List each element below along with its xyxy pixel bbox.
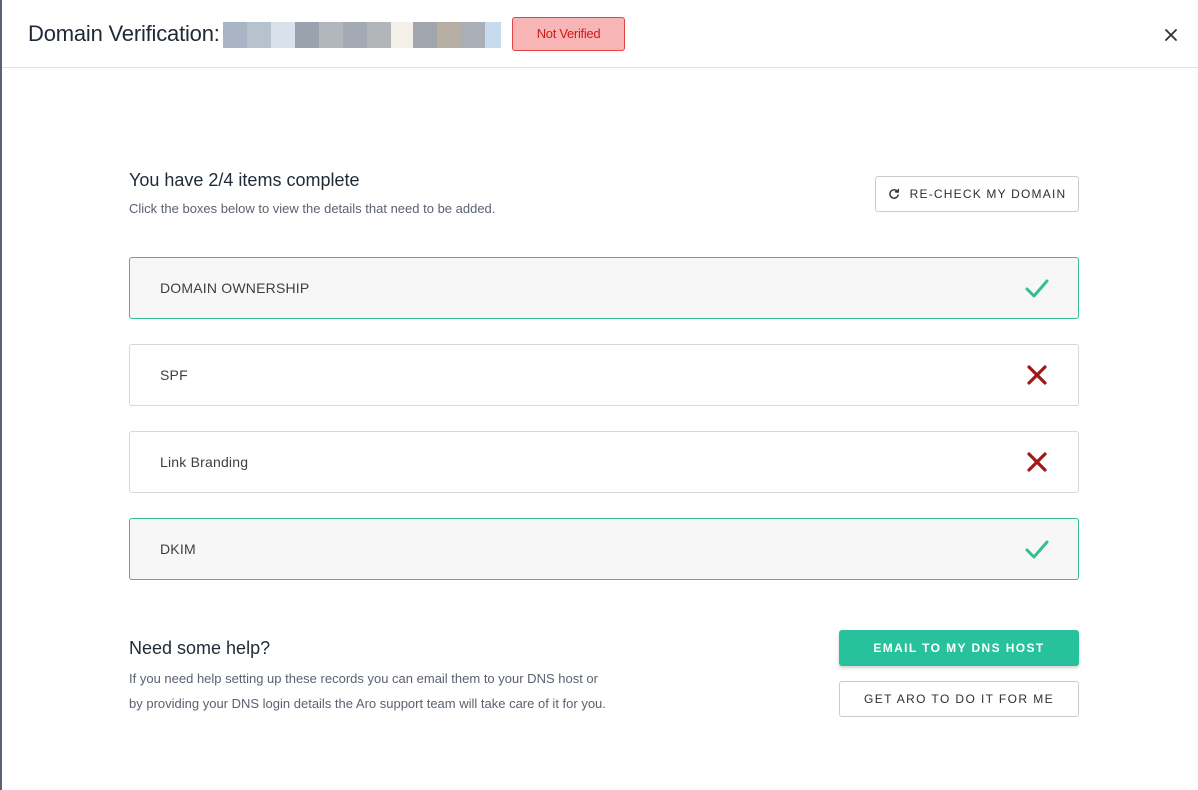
help-text: If you need help setting up these record… xyxy=(129,671,606,711)
progress-subtitle: Click the boxes below to view the detail… xyxy=(129,201,496,216)
item-dkim[interactable]: DKIM xyxy=(129,518,1079,580)
help-title: Need some help? xyxy=(129,638,271,658)
email-dns-host-button[interactable]: EMAIL TO MY DNS HOST xyxy=(839,630,1079,666)
domain-verification-dialog: Domain Verification: Not Verified You ha… xyxy=(0,0,1198,790)
cross-icon xyxy=(1027,452,1047,472)
item-label: DOMAIN OWNERSHIP xyxy=(160,280,310,296)
dialog-title: Domain Verification: xyxy=(28,21,220,46)
item-link-branding[interactable]: Link Branding xyxy=(129,431,1079,493)
item-label: DKIM xyxy=(160,541,196,557)
item-domain-ownership[interactable]: DOMAIN OWNERSHIP xyxy=(129,257,1079,319)
status-badge: Not Verified xyxy=(512,17,625,51)
check-icon xyxy=(1025,279,1049,298)
item-spf[interactable]: SPF xyxy=(129,344,1079,406)
redacted-domain-name xyxy=(223,22,501,48)
recheck-domain-label: RE-CHECK MY DOMAIN xyxy=(909,187,1067,201)
get-aro-button[interactable]: GET ARO TO DO IT FOR ME xyxy=(839,681,1079,717)
close-icon xyxy=(1165,29,1177,41)
cross-icon xyxy=(1027,365,1047,385)
progress-title: You have 2/4 items complete xyxy=(129,170,360,190)
close-button[interactable] xyxy=(1160,24,1182,46)
check-icon xyxy=(1025,540,1049,559)
refresh-icon xyxy=(888,188,899,199)
recheck-domain-button[interactable]: RE-CHECK MY DOMAIN xyxy=(875,176,1079,212)
item-label: Link Branding xyxy=(160,454,249,470)
item-label: SPF xyxy=(160,367,188,383)
dialog-header: Domain Verification: Not Verified xyxy=(2,0,1198,68)
